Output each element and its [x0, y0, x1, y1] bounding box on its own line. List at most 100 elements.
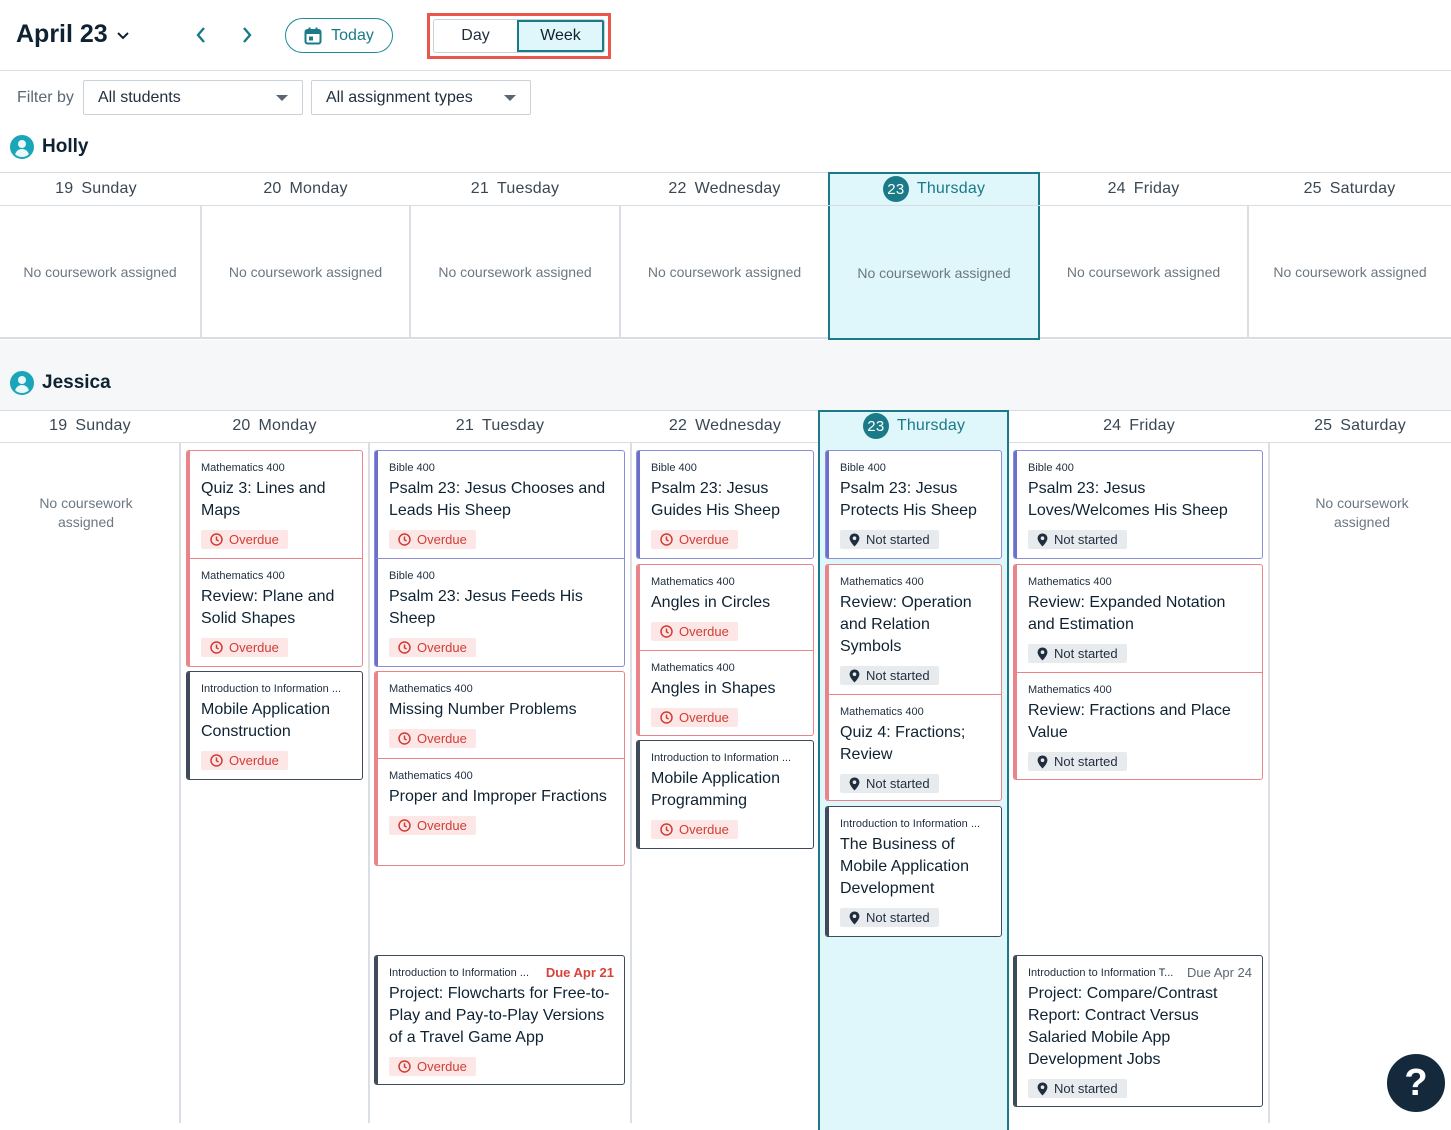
day-number-today: 23 [862, 413, 889, 439]
status-text: Overdue [417, 818, 467, 833]
day-name: Saturday [1340, 417, 1406, 434]
map-pin-icon [1037, 533, 1048, 546]
day-header: 19 Sunday [0, 410, 180, 442]
assignment-card-group: Mathematics 400 Quiz 3: Lines and Maps O… [186, 450, 363, 667]
empty-day-cell: No coursework assigned [1315, 495, 1409, 530]
assignment-item[interactable]: Mathematics 400 Review: Fractions and Pl… [1014, 672, 1262, 779]
empty-day-cell: No coursework assigned [411, 206, 619, 339]
assignment-item[interactable]: Bible 400 Psalm 23: Jesus Guides His She… [637, 451, 813, 558]
chevron-right-icon [243, 27, 252, 43]
dropdown-caret-icon [504, 95, 516, 101]
filter-row: Filter by All students All assignment ty… [0, 72, 1451, 124]
assignment-item[interactable]: Bible 400 Psalm 23: Jesus Protects His S… [826, 451, 1001, 558]
student-header-holly: Holly [0, 122, 1451, 172]
assignment-item[interactable]: Bible 400 Psalm 23: Jesus Loves/Welcomes… [1014, 451, 1262, 558]
status-text: Not started [866, 532, 930, 547]
day-name: Wednesday [694, 180, 781, 197]
status-badge: Not started [840, 666, 939, 685]
assignment-title: Psalm 23: Jesus Protects His Sheep [840, 480, 977, 519]
assignment-title: Mobile Application Construction [201, 701, 330, 740]
course-name: Mathematics 400 [201, 462, 285, 474]
day-number: 25 [1314, 417, 1333, 434]
assignment-item[interactable]: Mathematics 400 Angles in Circles Overdu… [637, 565, 813, 650]
assignment-item[interactable]: Mathematics 400 Missing Number Problems … [375, 672, 624, 758]
filter-label: Filter by [17, 89, 74, 106]
next-week-button[interactable] [234, 22, 260, 48]
status-badge: Overdue [201, 638, 288, 657]
today-button[interactable]: Today [285, 18, 393, 53]
map-pin-icon [849, 911, 860, 924]
assignment-item[interactable]: Introduction to Information ... The Busi… [826, 807, 1001, 936]
assignment-title: Psalm 23: Jesus Chooses and Leads His Sh… [389, 480, 606, 519]
course-name: Introduction to Information T... [1028, 967, 1174, 979]
student-header-jessica: Jessica [0, 340, 1451, 410]
assignment-title: Review: Plane and Solid Shapes [201, 588, 335, 627]
week-view-button[interactable]: Week [517, 20, 604, 52]
current-date-label: April 23 [16, 20, 108, 48]
assignment-item[interactable]: Introduction to Information T... Due Apr… [1014, 956, 1262, 1106]
map-pin-icon [1037, 755, 1048, 768]
status-badge: Not started [840, 774, 939, 793]
status-text: Overdue [229, 753, 279, 768]
assignment-item[interactable]: Mathematics 400 Review: Expanded Notatio… [1014, 565, 1262, 672]
empty-day-cell: No coursework assigned [857, 264, 1011, 281]
clock-icon [398, 1060, 411, 1073]
status-text: Overdue [679, 710, 729, 725]
assignment-item[interactable]: Bible 400 Psalm 23: Jesus Feeds His Shee… [375, 558, 624, 666]
status-badge: Not started [1028, 752, 1127, 771]
map-pin-icon [1037, 1082, 1048, 1095]
assignment-item[interactable]: Mathematics 400 Quiz 3: Lines and Maps O… [187, 451, 362, 558]
status-badge: Not started [1028, 1079, 1127, 1098]
assignment-item[interactable]: Mathematics 400 Proper and Improper Frac… [375, 758, 624, 865]
assignment-title: Quiz 3: Lines and Maps [201, 480, 326, 519]
status-text: Overdue [417, 532, 467, 547]
student-filter-select[interactable]: All students [83, 80, 303, 115]
day-name: Saturday [1329, 180, 1396, 197]
assignment-title: Review: Expanded Notation and Estimation [1028, 594, 1226, 633]
previous-week-button[interactable] [188, 22, 214, 48]
assignment-title: Angles in Shapes [651, 680, 776, 697]
day-view-button[interactable]: Day [434, 20, 517, 52]
status-badge: Not started [840, 908, 939, 927]
assignment-title: Quiz 4: Fractions; Review [840, 724, 966, 763]
assignment-item[interactable]: Mathematics 400 Quiz 4: Fractions; Revie… [826, 694, 1001, 800]
empty-day-cell: No coursework assigned [39, 495, 133, 530]
help-button[interactable]: ? [1385, 1052, 1447, 1114]
assignment-title: Angles in Circles [651, 594, 771, 611]
divider [1009, 442, 1451, 443]
day-number: 25 [1303, 180, 1322, 197]
assignment-item[interactable]: Introduction to Information ... Mobile A… [637, 741, 813, 848]
day-number: 22 [668, 417, 688, 434]
help-icon: ? [1404, 1061, 1428, 1104]
assignment-title: Mobile Application Programming [651, 770, 780, 809]
map-pin-icon [849, 533, 860, 546]
assignment-item[interactable]: Introduction to Information ... Due Apr … [375, 956, 624, 1084]
top-toolbar: April 23 Today Day Week [0, 0, 1451, 71]
course-name: Mathematics 400 [389, 683, 473, 695]
status-text: Not started [866, 776, 930, 791]
assignment-card-group: Introduction to Information ... Mobile A… [636, 740, 814, 849]
empty-day-cell: No coursework assigned [202, 206, 409, 339]
student-name: Holly [42, 136, 89, 157]
status-badge: Not started [1028, 530, 1127, 549]
day-header: 21 Tuesday [410, 173, 620, 205]
map-pin-icon [849, 669, 860, 682]
assignment-item[interactable]: Bible 400 Psalm 23: Jesus Chooses and Le… [375, 451, 624, 558]
column-divider [368, 443, 370, 1123]
assignment-item[interactable]: Mathematics 400 Review: Plane and Solid … [187, 558, 362, 666]
assignment-item[interactable]: Mathematics 400 Review: Operation and Re… [826, 565, 1001, 694]
day-header-today: 23 Thursday [829, 173, 1039, 205]
course-row: Introduction to Information ... Due Apr … [389, 966, 614, 980]
clock-icon [660, 625, 673, 638]
status-badge: Overdue [651, 820, 738, 839]
assignment-card-group: Bible 400 Psalm 23: Jesus Chooses and Le… [374, 450, 625, 667]
day-header: 25 Saturday [1269, 410, 1451, 442]
assignment-item[interactable]: Mathematics 400 Angles in Shapes Overdue [637, 650, 813, 735]
empty-day-cell: No coursework assigned [1249, 206, 1451, 339]
assignment-type-filter-select[interactable]: All assignment types [311, 80, 531, 115]
day-header: 20 Monday [180, 410, 369, 442]
assignment-item[interactable]: Introduction to Information ... Mobile A… [187, 672, 362, 779]
clock-icon [210, 754, 223, 767]
date-picker-toggle[interactable]: April 23 [16, 20, 130, 49]
day-header: 20 Monday [201, 173, 410, 205]
